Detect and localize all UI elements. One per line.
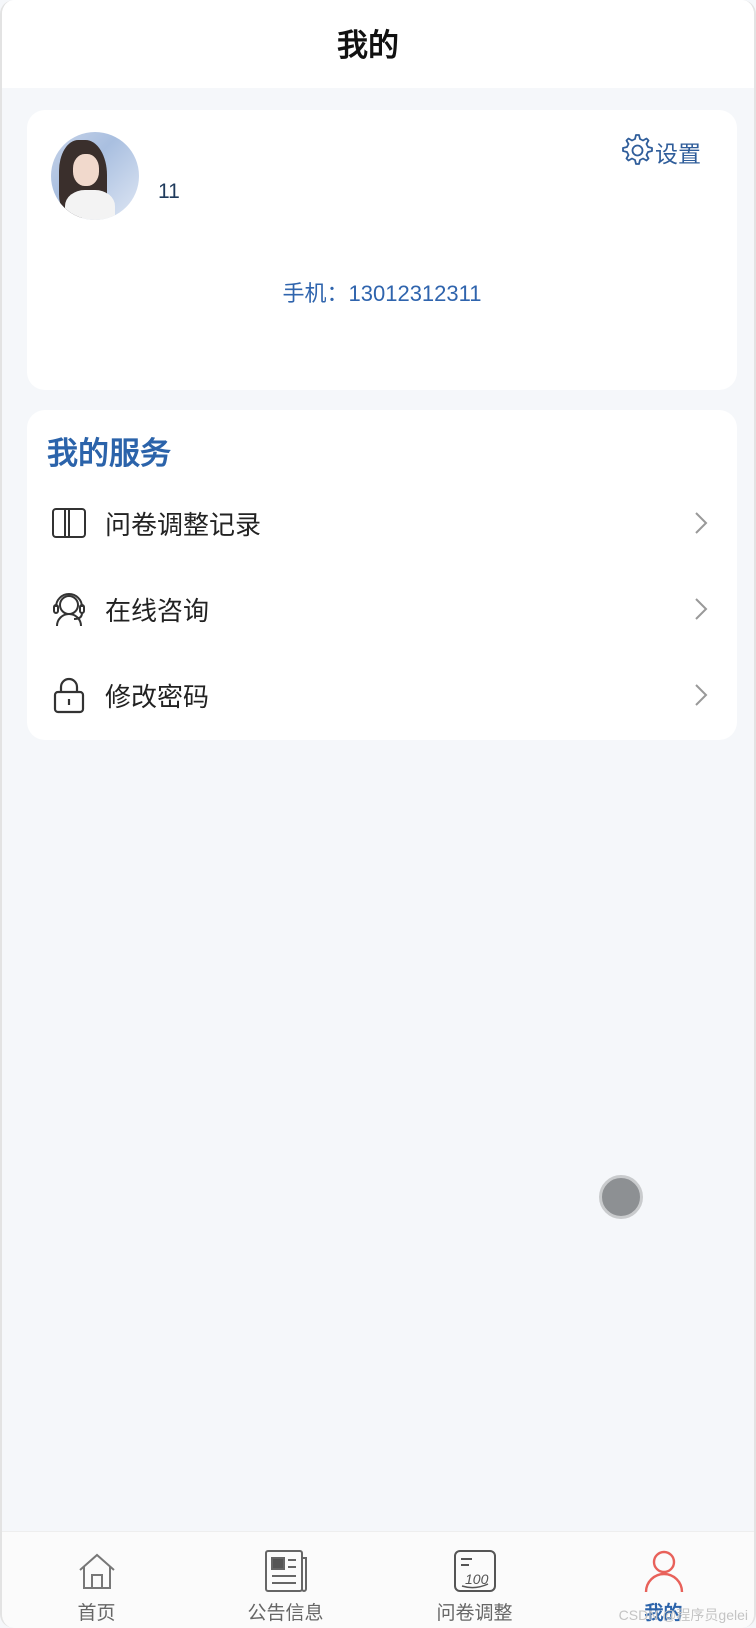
chevron-right-icon <box>695 512 708 534</box>
username: 11 <box>158 180 180 203</box>
tab-label: 公告信息 <box>247 1603 324 1624</box>
home-icon <box>73 1548 121 1594</box>
tab-label: 首页 <box>77 1603 116 1624</box>
avatar-face <box>73 154 99 186</box>
service-item-label: 修改密码 <box>105 681 210 712</box>
service-item-change-password[interactable]: 修改密码 <box>27 652 737 738</box>
app-frame: 我的 11 设置 手机：13012312311 我的服务 问卷调整记录 在线咨询… <box>0 0 756 1628</box>
service-item-online-consult[interactable]: 在线咨询 <box>27 566 737 652</box>
service-item-label: 在线咨询 <box>105 595 210 626</box>
watermark: CSDN @程序员gelei <box>618 1607 748 1623</box>
user-icon <box>640 1548 688 1594</box>
book-icon <box>49 503 89 543</box>
profile-card: 11 设置 手机：13012312311 <box>27 110 737 390</box>
phone-number: 手机：13012312311 <box>282 281 482 306</box>
page-header: 我的 <box>2 0 754 88</box>
headset-user-icon <box>49 589 89 629</box>
service-item-label: 问卷调整记录 <box>105 509 262 540</box>
settings-button[interactable]: 设置 <box>619 132 701 172</box>
newspaper-icon <box>262 1548 310 1594</box>
lock-icon <box>49 675 89 715</box>
services-card: 我的服务 问卷调整记录 在线咨询 修改密码 <box>27 410 737 740</box>
services-title: 我的服务 <box>47 436 171 471</box>
page-title: 我的 <box>337 27 399 63</box>
avatar-shirt <box>65 190 115 220</box>
gear-icon <box>619 132 653 172</box>
tab-announcements[interactable]: 公告信息 <box>191 1532 380 1628</box>
exam-paper-icon: 100 <box>451 1548 499 1594</box>
avatar[interactable] <box>51 132 139 220</box>
floating-action-button[interactable] <box>599 1175 643 1219</box>
chevron-right-icon <box>695 598 708 620</box>
tab-home[interactable]: 首页 <box>2 1532 191 1628</box>
service-item-survey-records[interactable]: 问卷调整记录 <box>27 480 737 566</box>
tab-label: 问卷调整 <box>436 1603 513 1624</box>
settings-label: 设置 <box>655 141 701 167</box>
chevron-right-icon <box>695 684 708 706</box>
tab-survey-adjust[interactable]: 100 问卷调整 <box>380 1532 569 1628</box>
